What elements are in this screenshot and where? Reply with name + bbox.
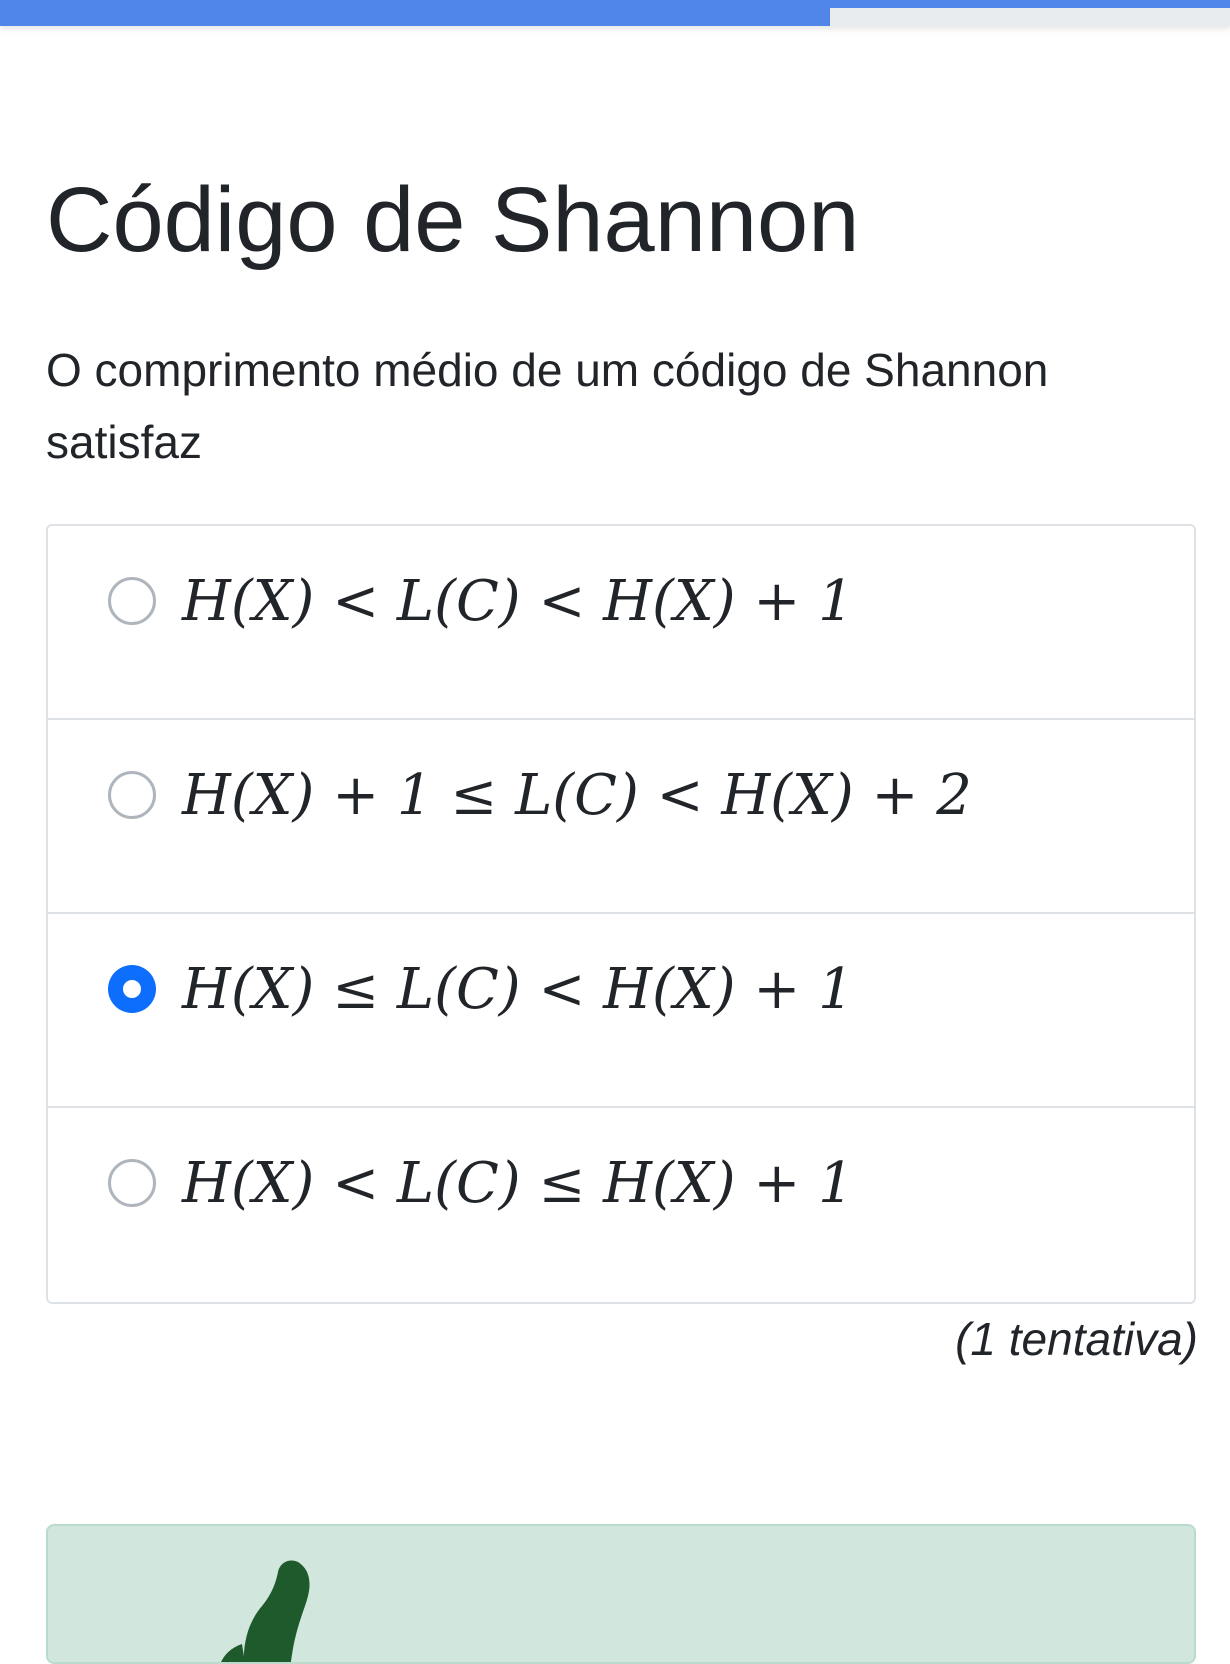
radio-button-1[interactable] (108, 577, 156, 625)
answer-options: H(X) < L(C) < H(X) + 1 H(X) + 1 ≤ L(C) <… (46, 524, 1196, 1304)
thumbs-up-icon (221, 1560, 310, 1662)
answer-option-4[interactable]: H(X) < L(C) ≤ H(X) + 1 (48, 1108, 1194, 1302)
radio-button-2[interactable] (108, 771, 156, 819)
option-formula-3: H(X) ≤ L(C) < H(X) + 1 (182, 957, 854, 1022)
feedback-box (46, 1524, 1196, 1664)
answer-option-1[interactable]: H(X) < L(C) < H(X) + 1 (48, 526, 1194, 720)
option-formula-4: H(X) < L(C) ≤ H(X) + 1 (182, 1151, 854, 1216)
progress-bar (0, 0, 1230, 26)
answer-option-2[interactable]: H(X) + 1 ≤ L(C) < H(X) + 2 (48, 720, 1194, 914)
attempts-count: (1 tentativa) (955, 1313, 1198, 1365)
question-text: O comprimento médio de um código de Shan… (46, 344, 1049, 468)
radio-button-4[interactable] (108, 1159, 156, 1207)
page-title: Código de Shannon (46, 169, 860, 271)
progress-bar-top-line (0, 0, 1230, 8)
radio-button-3[interactable] (108, 965, 156, 1013)
option-formula-2: H(X) + 1 ≤ L(C) < H(X) + 2 (182, 763, 972, 828)
option-formula-1: H(X) < L(C) < H(X) + 1 (182, 569, 854, 634)
answer-option-3[interactable]: H(X) ≤ L(C) < H(X) + 1 (48, 914, 1194, 1108)
